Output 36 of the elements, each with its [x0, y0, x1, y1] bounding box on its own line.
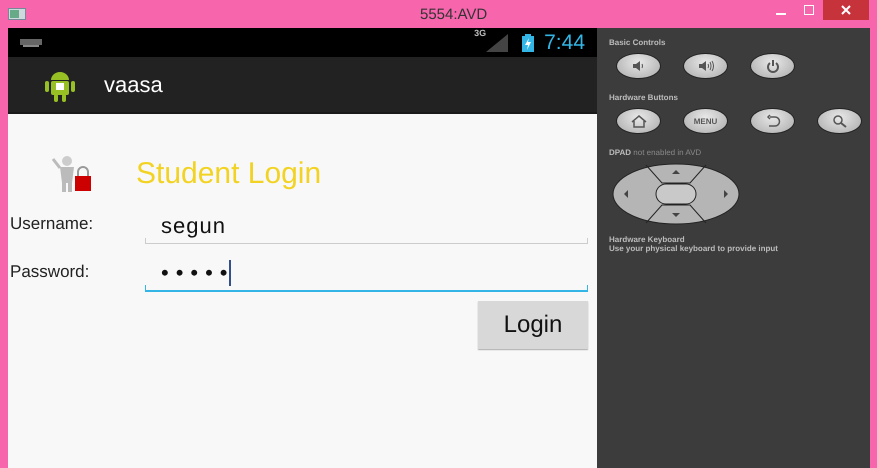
power-icon: [764, 59, 780, 73]
figure-with-padlock-icon: [50, 155, 94, 193]
keyboard-icon: [20, 38, 42, 46]
login-button[interactable]: Login: [478, 301, 588, 349]
control-button[interactable]: [817, 108, 862, 134]
menu-button[interactable]: MENU: [683, 108, 728, 134]
input-field[interactable]: segun: [145, 208, 588, 244]
field-label: Username:: [10, 214, 94, 235]
keyboard-note: Use your physical keyboard to provide input: [609, 244, 779, 253]
section-title: Basic Controls: [609, 38, 666, 49]
control-button[interactable]: [750, 108, 795, 134]
control-button[interactable]: [616, 108, 661, 134]
close-icon: [841, 5, 851, 15]
window-icon: [8, 8, 26, 20]
app-title: vaasa: [104, 72, 163, 98]
login-heading: Student Login: [136, 157, 322, 191]
battery-icon: [522, 34, 534, 52]
window-title: 5554:AVD: [420, 6, 488, 23]
house-icon: [630, 114, 646, 128]
back-arrow-icon: [764, 114, 780, 128]
keyboard-title: Hardware Keyboard: [609, 235, 686, 244]
clock-time: 7:44: [544, 30, 585, 54]
maximize-icon: [804, 5, 814, 15]
control-button[interactable]: [683, 53, 728, 79]
network-type: 3G: [474, 28, 486, 38]
control-button[interactable]: [750, 53, 795, 79]
field-label: Password:: [10, 262, 90, 283]
section-title: Hardware Buttons: [609, 93, 679, 104]
search-icon: [832, 114, 848, 128]
control-button[interactable]: [616, 53, 661, 79]
close-button[interactable]: [823, 0, 869, 20]
minimize-icon: [776, 13, 786, 15]
dpad-note: DPAD not enabled in AVD: [609, 148, 702, 159]
signal-icon: [486, 34, 508, 52]
speaker-icon: [698, 59, 714, 73]
input-field[interactable]: •••••: [145, 256, 588, 292]
